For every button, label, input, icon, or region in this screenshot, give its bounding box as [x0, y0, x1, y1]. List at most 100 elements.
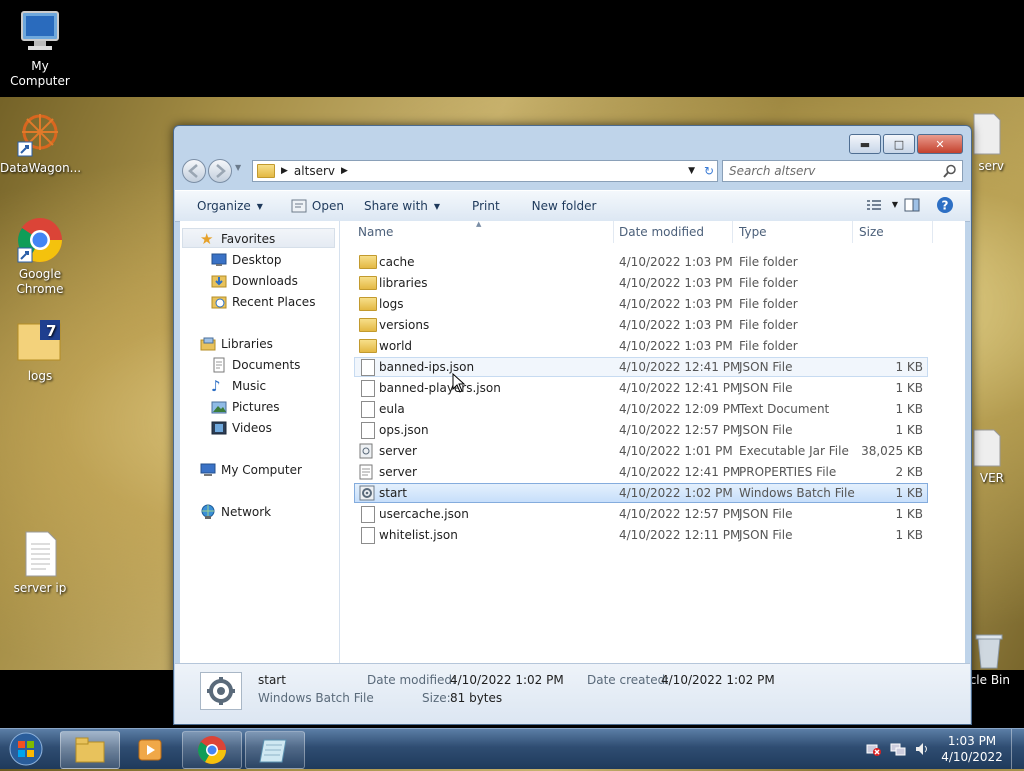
file-row[interactable]: usercache.json 4/10/2022 12:57 PM JSON F…: [354, 504, 928, 524]
minimize-button[interactable]: ▬: [849, 134, 881, 154]
preview-pane-button[interactable]: [904, 198, 920, 215]
print-button[interactable]: Print: [462, 193, 510, 219]
file-size: 38,025 KB: [861, 444, 923, 458]
file-row[interactable]: server 4/10/2022 1:01 PM Executable Jar …: [354, 441, 928, 461]
desktop-icon-my-computer[interactable]: My Computer: [0, 8, 80, 89]
file-row[interactable]: server 4/10/2022 12:41 PM PROPERTIES Fil…: [354, 462, 928, 482]
file-row[interactable]: whitelist.json 4/10/2022 12:11 PM JSON F…: [354, 525, 928, 545]
file-date: 4/10/2022 1:03 PM: [619, 297, 733, 311]
file-row[interactable]: eula 4/10/2022 12:09 PM Text Document 1 …: [354, 399, 928, 419]
file-type: JSON File: [739, 507, 793, 521]
back-button[interactable]: [182, 159, 206, 183]
nav-label: Libraries: [221, 337, 273, 351]
start-button[interactable]: [6, 731, 46, 767]
search-input[interactable]: Search altserv: [729, 164, 815, 178]
network-error-icon[interactable]: [866, 741, 882, 757]
clock[interactable]: 1:03 PM 4/10/2022: [940, 733, 1004, 765]
open-icon: [291, 199, 307, 213]
desktop-icon-datawagon[interactable]: DataWagon...: [0, 110, 81, 176]
address-box[interactable]: ▶ altserv ▶ ▼ ↻: [252, 160, 718, 182]
chrome-icon: [16, 216, 64, 264]
nav-network[interactable]: Network: [200, 502, 271, 522]
file-size: 1 KB: [895, 528, 923, 542]
search-icon[interactable]: [943, 164, 957, 178]
file-name: server: [379, 444, 417, 458]
chevron-down-icon: ▼: [433, 201, 441, 211]
nav-pictures[interactable]: Pictures: [211, 397, 280, 417]
column-header-size[interactable]: Size: [853, 221, 933, 243]
file-row[interactable]: libraries 4/10/2022 1:03 PM File folder: [354, 273, 928, 293]
nav-downloads[interactable]: Downloads: [211, 271, 298, 291]
breadcrumb-separator-icon[interactable]: ▶: [341, 166, 348, 176]
taskbar-notepad-button[interactable]: [245, 731, 305, 769]
file-row[interactable]: cache 4/10/2022 1:03 PM File folder: [354, 252, 928, 272]
taskbar-chrome-button[interactable]: [182, 731, 242, 769]
search-box[interactable]: Search altserv: [722, 160, 963, 182]
network-status-icon[interactable]: [890, 741, 906, 757]
nav-favorites[interactable]: ★ Favorites: [200, 229, 275, 249]
address-dropdown-icon[interactable]: ▼: [688, 166, 695, 176]
star-icon: ★: [200, 230, 214, 248]
close-button[interactable]: ✕: [917, 134, 963, 154]
view-options-chevron-icon[interactable]: ▼: [892, 200, 898, 209]
details-size: 81 bytes: [450, 691, 503, 705]
file-row[interactable]: world 4/10/2022 1:03 PM File folder: [354, 336, 928, 356]
desktop-icon-server-ip[interactable]: server ip: [0, 530, 80, 596]
show-desktop-button[interactable]: [1011, 729, 1024, 769]
desktop-icon-google-chrome[interactable]: Google Chrome: [0, 216, 80, 297]
taskbar-media-player-button[interactable]: [121, 731, 181, 769]
file-row[interactable]: logs 4/10/2022 1:03 PM File folder: [354, 294, 928, 314]
share-with-button[interactable]: Share with ▼: [354, 193, 450, 219]
document-icon: [361, 380, 375, 398]
new-folder-button[interactable]: New folder: [522, 193, 607, 219]
file-row[interactable]: ops.json 4/10/2022 12:57 PM JSON File 1 …: [354, 420, 928, 440]
help-button[interactable]: ?: [936, 196, 954, 217]
file-row[interactable]: banned-players.json 4/10/2022 12:41 PM J…: [354, 378, 928, 398]
change-view-button[interactable]: [866, 199, 882, 214]
column-header-name[interactable]: Name ▲: [352, 220, 614, 243]
explorer-window: ▬ □ ✕ ▼ ▶ altserv ▶ ▼ ↻ Search altserv O…: [173, 125, 972, 725]
file-type: File folder: [739, 255, 798, 269]
nav-music[interactable]: ♪ Music: [211, 376, 266, 396]
details-file-name: start: [258, 673, 286, 687]
file-date: 4/10/2022 1:03 PM: [619, 255, 733, 269]
desktop-icon-label: My Computer: [10, 59, 70, 88]
nav-desktop[interactable]: Desktop: [211, 250, 282, 270]
organize-button[interactable]: Organize ▼: [187, 193, 273, 219]
chevron-down-icon: ▼: [256, 201, 263, 211]
recent-pages-dropdown-icon[interactable]: ▼: [235, 163, 241, 172]
taskbar-explorer-button[interactable]: [60, 731, 120, 769]
open-button[interactable]: Open: [281, 193, 354, 219]
print-label: Print: [472, 199, 500, 213]
folder-icon: [257, 164, 275, 178]
file-size: 1 KB: [895, 486, 923, 500]
file-type: File folder: [739, 318, 798, 332]
nav-label: Music: [232, 379, 267, 393]
share-with-label: Share with: [363, 199, 428, 213]
file-row[interactable]: versions 4/10/2022 1:03 PM File folder: [354, 315, 928, 335]
file-date: 4/10/2022 12:11 PM: [619, 528, 741, 542]
computer-icon: [16, 8, 64, 56]
file-type: PROPERTIES File: [739, 465, 837, 479]
nav-videos[interactable]: Videos: [211, 418, 272, 438]
nav-libraries[interactable]: Libraries: [200, 334, 273, 354]
file-row[interactable]: banned-ips.json 4/10/2022 12:41 PM JSON …: [354, 357, 928, 377]
forward-button[interactable]: [208, 159, 232, 183]
nav-documents[interactable]: Documents: [211, 355, 300, 375]
nav-my-computer[interactable]: My Computer: [200, 460, 302, 480]
desktop-icon-logs[interactable]: 7 logs: [0, 318, 80, 384]
file-type: JSON File: [739, 528, 793, 542]
column-label: Date modified: [619, 225, 705, 239]
file-date: 4/10/2022 1:03 PM: [619, 339, 733, 353]
column-header-type[interactable]: Type: [733, 221, 853, 243]
file-row-selected[interactable]: start 4/10/2022 1:02 PM Windows Batch Fi…: [354, 483, 928, 503]
column-header-date-modified[interactable]: Date modified: [613, 221, 733, 243]
nav-recent-places[interactable]: Recent Places: [211, 292, 315, 312]
breadcrumb-separator-icon: ▶: [281, 166, 288, 176]
nav-label: Recent Places: [232, 295, 316, 309]
refresh-icon[interactable]: ↻: [704, 164, 714, 178]
speaker-icon[interactable]: [914, 741, 930, 757]
command-bar: Organize ▼ Open Share with ▼ Print New f…: [175, 190, 970, 222]
maximize-button[interactable]: □: [883, 134, 915, 154]
breadcrumb-altserv[interactable]: altserv: [294, 164, 335, 178]
